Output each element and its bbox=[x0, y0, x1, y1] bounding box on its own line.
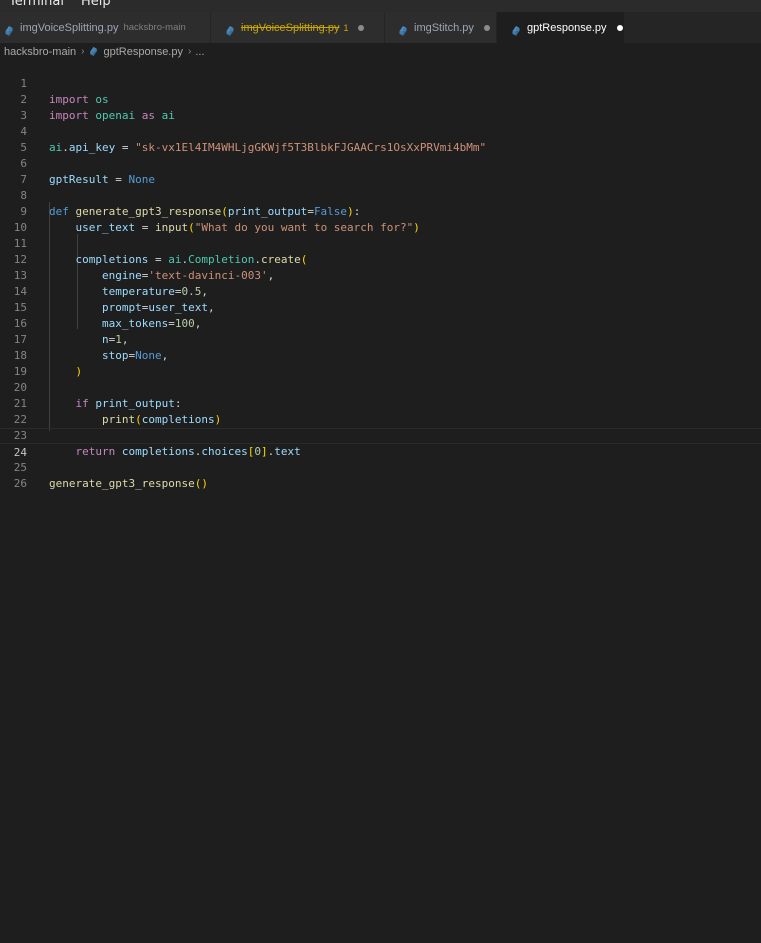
code-line[interactable]: 13 temperature=0.5, bbox=[0, 252, 761, 298]
unsaved-dot-icon[interactable] bbox=[483, 24, 490, 31]
code-line[interactable]: 17 stop=None, bbox=[0, 316, 761, 362]
breadcrumb-file[interactable]: gptResponse.py bbox=[103, 46, 183, 58]
unsaved-dot-icon[interactable] bbox=[616, 24, 623, 31]
tab-label: imgVoiceSplitting.py bbox=[241, 21, 340, 34]
code-line[interactable]: 1 import os bbox=[0, 60, 761, 106]
tab-imgstitch[interactable]: imgStitch.py bbox=[385, 12, 497, 43]
code-line[interactable]: 9 user_text = input("What do you want to… bbox=[0, 188, 761, 234]
problem-count-badge: 1 bbox=[343, 22, 349, 33]
tab-imgvoicesplitting-1[interactable]: imgVoiceSplitting.py hacksbro-main bbox=[0, 12, 211, 43]
code-line[interactable]: 21 print(completions) bbox=[0, 380, 761, 426]
code-line[interactable]: 12 engine='text-davinci-003', bbox=[0, 236, 761, 282]
tab-description: hacksbro-main bbox=[123, 22, 186, 33]
code-line[interactable]: 18 ) bbox=[0, 332, 761, 378]
code-line[interactable]: 19 bbox=[0, 348, 761, 378]
python-file-icon bbox=[224, 22, 236, 36]
code-line[interactable]: 23 return completions.choices[0].text bbox=[0, 412, 761, 458]
code-line[interactable]: 20 if print_output: bbox=[0, 364, 761, 410]
code-line[interactable]: 2 import openai as ai bbox=[0, 76, 761, 122]
menu-help[interactable]: Help bbox=[81, 0, 111, 10]
code-text: generate_gpt3_response() bbox=[49, 476, 208, 492]
code-line-current[interactable]: 24 bbox=[0, 428, 761, 459]
unsaved-dot-icon[interactable] bbox=[358, 24, 365, 31]
breadcrumb-folder[interactable]: hacksbro-main bbox=[4, 46, 76, 58]
breadcrumb: hacksbro-main › gptResponse.py › ... bbox=[0, 43, 761, 60]
code-line[interactable]: 7 bbox=[0, 156, 761, 186]
menu-terminal[interactable]: Terminal bbox=[9, 0, 64, 10]
code-line[interactable]: 6 gptResult = None bbox=[0, 140, 761, 186]
code-line[interactable]: 22 bbox=[0, 396, 761, 426]
tab-label: imgVoiceSplitting.py bbox=[20, 21, 119, 34]
code-line[interactable]: 25 generate_gpt3_response() bbox=[0, 444, 761, 490]
python-file-icon bbox=[397, 22, 409, 36]
code-line[interactable]: 3 bbox=[0, 92, 761, 122]
token: ) bbox=[201, 477, 208, 490]
code-editor[interactable]: 1 import os 2 import openai as ai 3 4 ai… bbox=[0, 60, 761, 943]
token: generate_gpt3_response bbox=[49, 477, 195, 490]
python-file-icon bbox=[88, 46, 99, 57]
tab-label: gptResponse.py bbox=[527, 21, 607, 34]
tab-bar: imgVoiceSplitting.py hacksbro-main imgVo… bbox=[0, 12, 761, 43]
tab-gptresponse[interactable]: gptResponse.py bbox=[497, 12, 625, 43]
python-file-icon bbox=[3, 22, 15, 36]
code-line[interactable]: 26 bbox=[0, 460, 761, 490]
code-line[interactable]: 4 ai.api_key = "sk-vx1El4IM4WHLjgGKWjf5T… bbox=[0, 108, 761, 154]
tab-label: imgStitch.py bbox=[414, 21, 474, 34]
line-number: 26 bbox=[13, 477, 27, 490]
code-line[interactable]: 15 max_tokens=100, bbox=[0, 284, 761, 330]
chevron-right-icon: › bbox=[81, 46, 85, 57]
code-line[interactable]: 16 n=1, bbox=[0, 300, 761, 346]
chevron-right-icon: › bbox=[187, 46, 192, 57]
breadcrumb-symbol[interactable]: ... bbox=[195, 46, 204, 58]
code-line[interactable]: 5 bbox=[0, 124, 761, 154]
code-line[interactable]: 10 bbox=[0, 204, 761, 234]
code-line[interactable]: 14 prompt=user_text, bbox=[0, 268, 761, 314]
menu-bar: Terminal Help bbox=[0, 0, 761, 12]
code-line[interactable]: 8 def generate_gpt3_response(print_outpu… bbox=[0, 172, 761, 218]
code-line[interactable]: 11 completions = ai.Completion.create( bbox=[0, 220, 761, 266]
python-file-icon bbox=[510, 22, 522, 36]
tab-imgvoicesplitting-2[interactable]: imgVoiceSplitting.py 1 bbox=[211, 12, 385, 43]
